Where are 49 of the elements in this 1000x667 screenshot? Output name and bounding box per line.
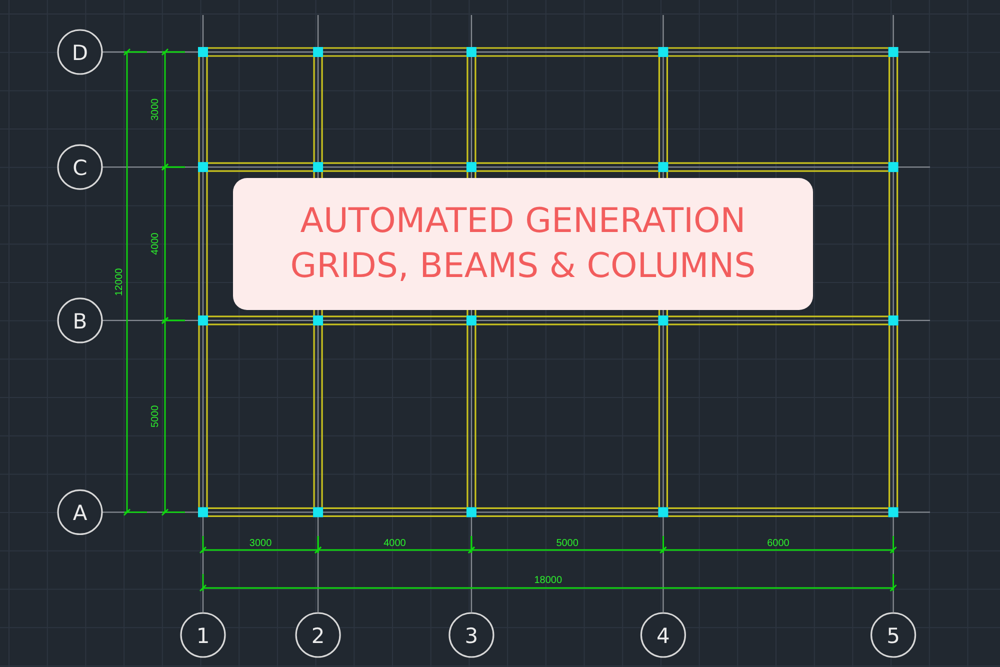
column	[888, 507, 898, 518]
axis-bubble	[640, 612, 686, 658]
axis-bubble	[295, 612, 341, 658]
column	[888, 162, 898, 172]
dimension-text: 5000	[150, 405, 161, 428]
column	[198, 162, 208, 172]
dimension-text: 4000	[150, 232, 161, 255]
column	[658, 47, 668, 57]
column	[466, 47, 476, 57]
column	[658, 507, 668, 518]
dimension-text: 6000	[767, 538, 790, 549]
axis-bubble	[870, 612, 916, 658]
dimension-text: 18000	[534, 575, 562, 586]
axis-bubble	[57, 298, 103, 344]
dimension-text: 3000	[249, 538, 272, 549]
axis-label: D	[72, 41, 88, 65]
axis-bubble	[57, 29, 103, 75]
title-text: AUTOMATED GENERATION	[300, 202, 746, 241]
dimension-text: 4000	[384, 538, 406, 549]
title-text: GRIDS, BEAMS & COLUMNS	[290, 247, 756, 286]
axis-bubble	[448, 612, 494, 658]
axis-label: 1	[196, 624, 210, 648]
column	[888, 315, 898, 326]
axis-bubble	[180, 612, 226, 658]
axis-bubble	[57, 489, 103, 535]
column	[198, 507, 208, 518]
column	[198, 47, 208, 57]
column	[313, 47, 324, 57]
axis-label: 3	[464, 624, 478, 648]
axis-label: C	[72, 156, 88, 180]
axis-label: A	[72, 501, 88, 526]
column	[313, 162, 324, 172]
column	[198, 315, 208, 326]
dimension-text: 3000	[150, 98, 161, 121]
axis-label: B	[72, 309, 88, 334]
column	[888, 47, 898, 57]
column	[466, 315, 476, 326]
column	[466, 162, 476, 172]
dimension-text: 5000	[556, 538, 578, 549]
column	[658, 162, 668, 172]
column	[466, 507, 476, 518]
column	[658, 315, 668, 326]
dimension-text: 12000	[114, 268, 125, 296]
column	[313, 315, 324, 326]
axis-label: 4	[656, 624, 670, 648]
axis-label: 5	[886, 624, 900, 648]
axis-bubble	[57, 144, 103, 190]
axis-label: 2	[311, 624, 325, 648]
column	[313, 507, 324, 518]
